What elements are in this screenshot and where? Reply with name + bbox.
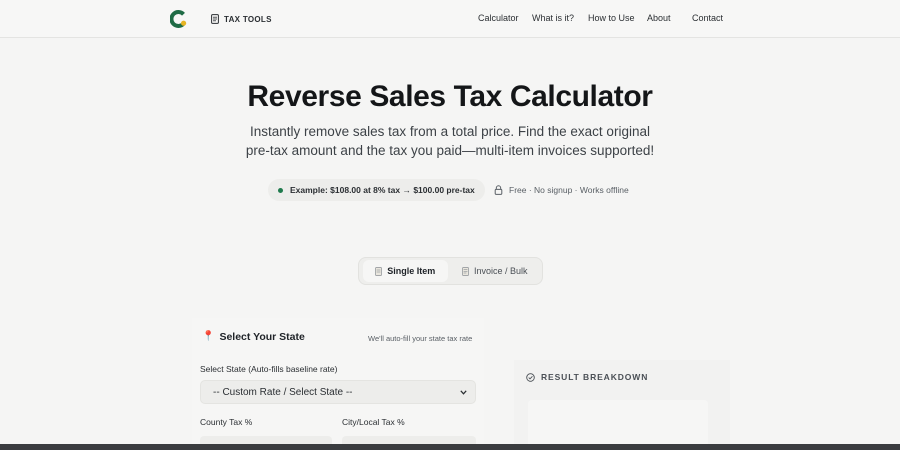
subtitle-line-1: Instantly remove sales tax from a total … xyxy=(250,124,650,139)
example-badge: Example: $108.00 at 8% tax → $100.00 pre… xyxy=(268,179,485,201)
mode-tabs: Single Item Invoice / Bulk xyxy=(358,257,543,285)
county-tax-label: County Tax % xyxy=(200,417,253,427)
page-title: Reverse Sales Tax Calculator xyxy=(247,80,653,113)
nav-calculator[interactable]: Calculator xyxy=(478,13,519,23)
example-badge-text: Example: $108.00 at 8% tax → $100.00 pre… xyxy=(290,185,475,195)
nav-contact[interactable]: Contact xyxy=(692,13,723,23)
state-section-title: Select Your State xyxy=(219,331,305,343)
status-dot-icon xyxy=(278,187,283,193)
page-subtitle: Instantly remove sales tax from a total … xyxy=(0,122,900,160)
chevron-down-icon xyxy=(460,390,467,395)
state-hint: We'll auto-fill your state tax rate xyxy=(368,334,473,343)
lock-icon xyxy=(494,185,503,195)
subtitle-line-2: pre-tax amount and the tax you paid—mult… xyxy=(245,143,655,158)
state-select-value: -- Custom Rate / Select State -- xyxy=(213,386,353,398)
hero-badges: Example: $108.00 at 8% tax → $100.00 pre… xyxy=(0,179,900,201)
city-tax-label: City/Local Tax % xyxy=(342,417,405,427)
pin-icon: 📍 xyxy=(202,331,215,342)
state-select-label: Select State (Auto-fills baseline rate) xyxy=(200,364,338,374)
nav-about[interactable]: About xyxy=(647,13,671,23)
state-section-header: 📍 Select Your State xyxy=(202,330,305,344)
check-circle-icon xyxy=(526,372,535,382)
receipt-icon xyxy=(375,266,383,276)
meta-badge-text: Free · No signup · Works offline xyxy=(509,185,629,195)
state-select[interactable]: -- Custom Rate / Select State -- xyxy=(200,380,476,404)
meta-badge: Free · No signup · Works offline xyxy=(494,179,629,201)
tab-invoice-bulk-label: Invoice / Bulk xyxy=(474,266,528,276)
bottom-bar xyxy=(0,444,900,450)
result-title: RESULT BREAKDOWN xyxy=(541,372,649,382)
site-header: TAX TOOLS Calculator What is it? How to … xyxy=(0,0,900,38)
main-nav: Calculator What is it? How to Use About … xyxy=(0,13,900,27)
tab-single-item[interactable]: Single Item xyxy=(363,260,448,282)
nav-what-is-it[interactable]: What is it? xyxy=(532,13,574,23)
result-header: RESULT BREAKDOWN xyxy=(526,371,648,383)
tab-single-item-label: Single Item xyxy=(387,266,436,276)
invoice-icon xyxy=(462,266,469,276)
result-content xyxy=(528,400,708,450)
tab-invoice-bulk[interactable]: Invoice / Bulk xyxy=(450,260,540,282)
nav-how-to-use[interactable]: How to Use xyxy=(588,13,635,23)
